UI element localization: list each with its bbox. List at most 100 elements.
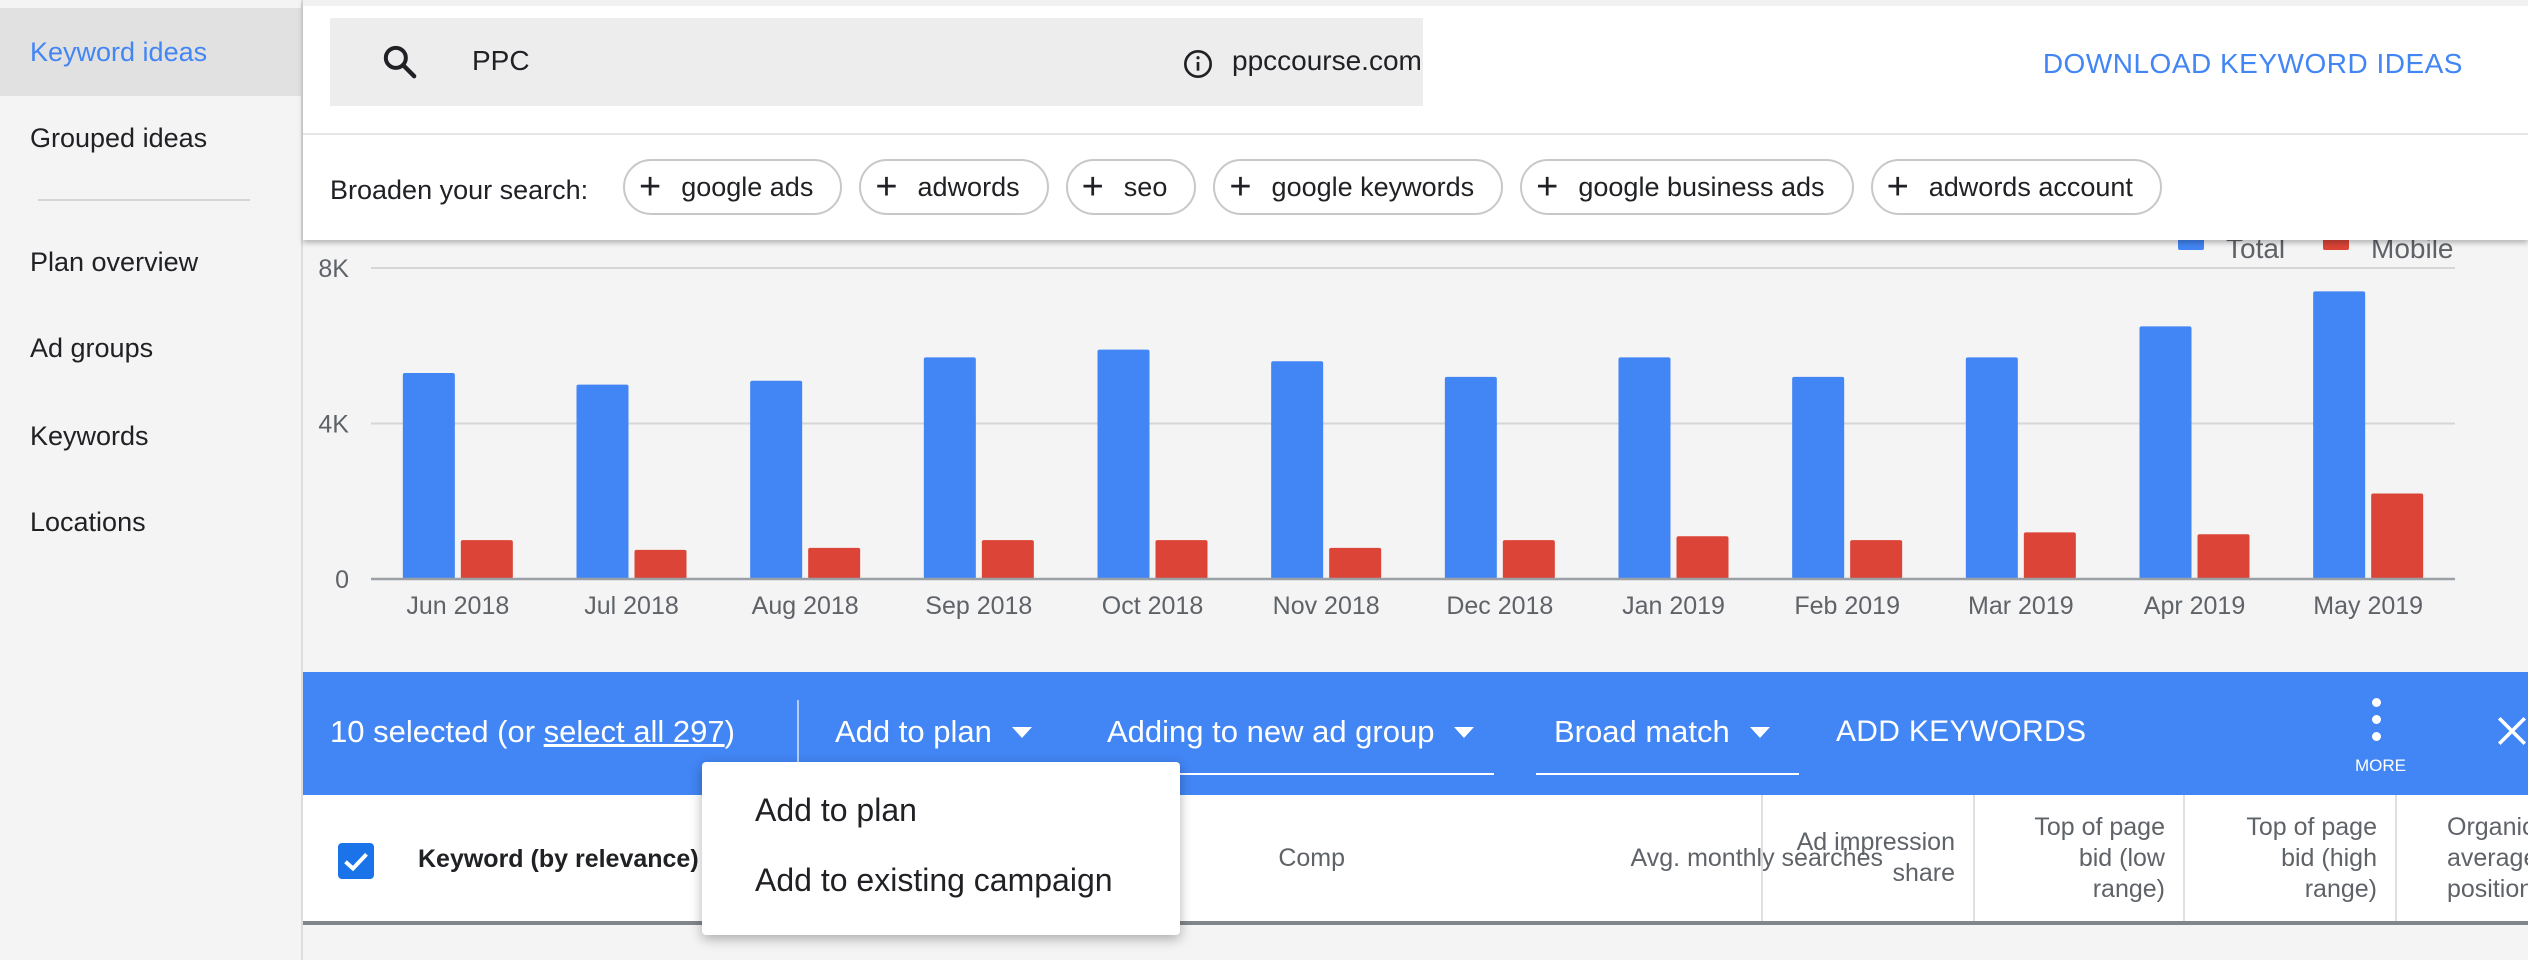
column-organic-avg-position[interactable]: Organic average position: [2395, 795, 2528, 921]
menu-item-add-to-existing-campaign[interactable]: Add to existing campaign: [755, 862, 1113, 899]
bar-total: [923, 357, 976, 579]
column-competition[interactable]: Comp: [1203, 795, 1363, 921]
bar-total: [1792, 376, 1845, 579]
chip-label: adwords: [917, 171, 1020, 202]
sidebar-item-plan-overview[interactable]: Plan overview: [0, 218, 301, 306]
x-tick-label: Nov 2018: [1273, 592, 1380, 620]
search-volume-chart: 0 4K 8K Jun 2018 Jul 2018 Aug 2018 Sep 2018 Oct…: [303, 240, 2528, 672]
column-keyword[interactable]: Keyword (by relevance): [418, 845, 699, 874]
plus-icon: +: [1081, 166, 1104, 208]
legend-swatch-mobile: [2323, 240, 2349, 250]
more-button[interactable]: MORE: [2343, 698, 2413, 778]
sidebar-item-ad-groups[interactable]: Ad groups: [0, 304, 301, 392]
selection-count: 10 selected (or select all 297): [330, 714, 735, 750]
chip-label: seo: [1123, 171, 1168, 202]
match-type-underline: [1536, 773, 1799, 775]
select-all-link[interactable]: select all 297: [544, 714, 725, 749]
bar-mobile: [2197, 534, 2250, 579]
legend-label: Total: [2226, 240, 2285, 264]
selection-prefix: 10 selected (or: [330, 714, 544, 749]
bar-mobile: [981, 540, 1034, 579]
bar-mobile: [808, 547, 861, 579]
chart-svg: 0 4K 8K Jun 2018 Jul 2018 Aug 2018 Sep 2018 Oct…: [318, 240, 2455, 620]
x-tick-label: Mar 2019: [1968, 592, 2074, 620]
sidebar-divider: [38, 199, 250, 201]
sidebar-item-label: Ad groups: [30, 332, 154, 363]
domain-value: ppccourse.com: [1232, 45, 1422, 76]
match-type-dropdown[interactable]: Broad match: [1554, 714, 1770, 750]
search-value[interactable]: PPC: [472, 45, 530, 77]
select-all-checkbox[interactable]: [338, 843, 374, 879]
bar-mobile: [1155, 540, 1208, 579]
chip-adwords[interactable]: + adwords: [859, 159, 1049, 215]
dropdown-label: Add to plan: [835, 714, 992, 749]
add-to-plan-dropdown[interactable]: Add to plan: [835, 714, 1032, 750]
close-icon[interactable]: [2495, 714, 2528, 748]
more-label: MORE: [2355, 756, 2406, 775]
x-tick-label: Jul 2018: [584, 592, 679, 620]
column-label: Ad impression share: [1796, 828, 1955, 887]
sidebar-item-label: Plan overview: [30, 246, 199, 277]
column-label: Organic average position: [2447, 812, 2528, 903]
bar-mobile: [1676, 536, 1729, 579]
chip-label: adwords account: [1928, 171, 2133, 202]
legend-label: Mobile: [2371, 240, 2453, 264]
column-label: Top of page bid (low range): [2034, 812, 2165, 903]
plus-icon: +: [875, 166, 898, 208]
plus-icon: +: [1536, 166, 1559, 208]
bar-total: [402, 372, 455, 579]
search-icon: [383, 45, 417, 79]
x-tick-label: May 2019: [2313, 592, 2423, 620]
sidebar-item-keyword-ideas[interactable]: Keyword ideas: [0, 8, 301, 96]
download-keyword-ideas-button[interactable]: DOWNLOAD KEYWORD IDEAS: [2043, 48, 2463, 80]
ad-group-dropdown[interactable]: Adding to new ad group: [1107, 714, 1475, 750]
header-divider: [303, 133, 2528, 135]
chip-google-business-ads[interactable]: + google business ads: [1520, 159, 1854, 215]
caret-down-icon: [1454, 726, 1475, 738]
sidebar-item-locations[interactable]: Locations: [0, 478, 301, 566]
more-vert-icon: [2372, 698, 2382, 749]
sidebar-item-label: Grouped ideas: [30, 122, 208, 153]
sidebar-item-label: Keyword ideas: [30, 36, 208, 67]
selection-suffix: ): [724, 714, 735, 749]
chip-google-ads[interactable]: + google ads: [623, 159, 843, 215]
info-icon[interactable]: [1182, 48, 1214, 80]
dropdown-label: Broad match: [1554, 714, 1730, 749]
selection-action-bar: 10 selected (or select all 297) Add to p…: [303, 672, 2528, 795]
column-label: Top of page bid (high range): [2246, 812, 2377, 903]
bar-total: [1271, 361, 1324, 579]
x-tick-label: Apr 2019: [2144, 592, 2245, 620]
plus-icon: +: [1886, 166, 1909, 208]
x-tick-label: Dec 2018: [1446, 592, 1553, 620]
bar-mobile: [460, 540, 513, 579]
column-top-bid-low[interactable]: Top of page bid (low range): [1973, 795, 2183, 921]
y-tick-label: 4K: [318, 411, 349, 439]
bar-total: [2139, 326, 2192, 579]
bar-total: [1444, 376, 1497, 579]
bar-mobile: [2023, 532, 2076, 579]
bar-total: [576, 384, 629, 579]
bar-total: [1097, 349, 1150, 579]
x-tick-label: Sep 2018: [925, 592, 1032, 620]
add-keywords-button[interactable]: ADD KEYWORDS: [1836, 715, 2086, 749]
caret-down-icon: [1749, 726, 1770, 738]
column-ad-impression-share[interactable]: Ad impression share: [1761, 795, 1973, 921]
chip-google-keywords[interactable]: + google keywords: [1213, 159, 1504, 215]
chip-seo[interactable]: + seo: [1065, 159, 1197, 215]
sidebar-item-keywords[interactable]: Keywords: [0, 392, 301, 480]
menu-item-add-to-plan[interactable]: Add to plan: [755, 792, 917, 829]
search-input[interactable]: PPC ppccourse.com: [330, 18, 1423, 106]
column-top-bid-high[interactable]: Top of page bid (high range): [2183, 795, 2395, 921]
chip-adwords-account[interactable]: + adwords account: [1870, 159, 2162, 215]
sidebar-item-label: Locations: [30, 506, 146, 537]
bar-mobile: [634, 549, 687, 579]
dropdown-label: Adding to new ad group: [1107, 714, 1435, 749]
bar-divider: [797, 700, 799, 770]
bar-total: [1965, 357, 2018, 579]
plus-icon: +: [639, 166, 662, 208]
x-tick-label: Jan 2019: [1622, 592, 1725, 620]
bar-total: [1618, 357, 1671, 579]
x-tick-label: Aug 2018: [752, 592, 859, 620]
plus-icon: +: [1229, 166, 1252, 208]
sidebar-item-grouped-ideas[interactable]: Grouped ideas: [0, 94, 301, 182]
